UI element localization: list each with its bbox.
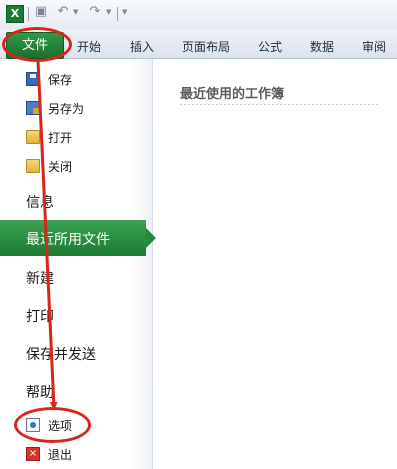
annotation-arrow [36, 59, 58, 410]
